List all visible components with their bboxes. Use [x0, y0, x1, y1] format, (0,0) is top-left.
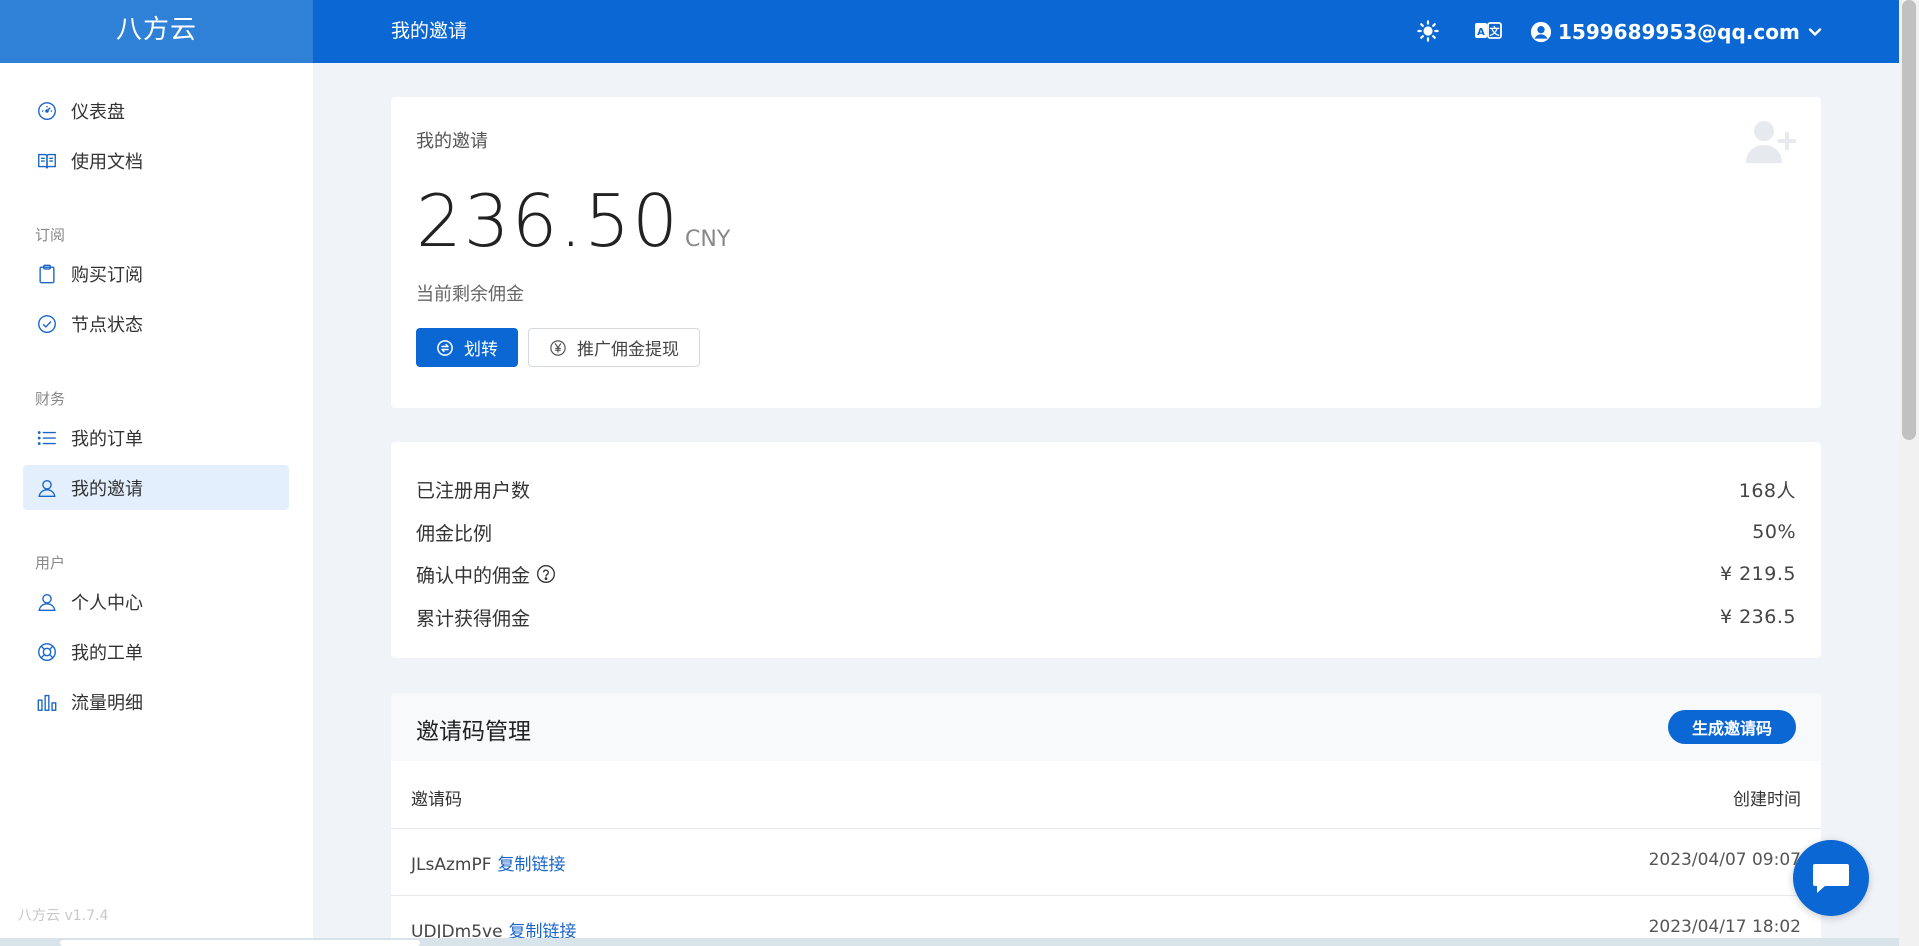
sidebar-item-label: 个人中心 — [71, 592, 143, 614]
lifebuoy-icon — [35, 640, 59, 664]
top-bar: 八方云 我的邀请 A 文 1599689953@qq.com — [0, 0, 1899, 63]
sun-icon[interactable] — [1415, 18, 1441, 44]
stats-card: 已注册用户数 168人 佣金比例 50% 确认中的佣金 ¥ 219.5 累计获得… — [391, 442, 1821, 658]
sidebar-item-label: 仪表盘 — [71, 101, 125, 123]
clipboard-icon — [35, 262, 59, 286]
vertical-scrollbar[interactable] — [1899, 0, 1919, 946]
commission-subtitle: 当前剩余佣金 — [416, 284, 524, 305]
bar-chart-icon — [35, 690, 59, 714]
user-circle-icon — [1530, 21, 1552, 43]
yen-circle-icon — [549, 339, 567, 357]
stat-value: ¥ 236.5 — [1719, 606, 1796, 628]
chat-bubble-icon — [1811, 860, 1851, 896]
stat-commission-rate: 佣金比例 50% — [416, 517, 1796, 547]
check-circle-icon — [35, 312, 59, 336]
brand-logo[interactable]: 八方云 — [0, 0, 313, 63]
sidebar-item-label: 流量明细 — [71, 692, 143, 714]
scrollbar-thumb[interactable] — [1902, 0, 1916, 440]
commission-currency: CNY — [685, 227, 731, 252]
stat-value: 168人 — [1738, 479, 1796, 502]
app-version: 八方云 v1.7.4 — [18, 908, 109, 924]
invite-code-header: 邀请码管理 生成邀请码 — [391, 693, 1821, 761]
sidebar-item-tickets[interactable]: 我的工单 — [23, 629, 289, 674]
stat-label-wrap: 确认中的佣金 — [416, 561, 556, 588]
user-icon — [35, 476, 59, 500]
stat-pending-commission: 确认中的佣金 ¥ 219.5 — [416, 559, 1796, 589]
stat-label: 已注册用户数 — [416, 479, 531, 502]
sidebar-item-label: 我的工单 — [71, 642, 143, 664]
sidebar-item-invite[interactable]: 我的邀请 — [23, 465, 289, 510]
svg-text:A: A — [1477, 27, 1485, 38]
sidebar-item-label: 使用文档 — [71, 151, 143, 173]
stat-label: 佣金比例 — [416, 522, 493, 545]
column-header-code[interactable]: 邀请码 — [411, 785, 462, 810]
sidebar-item-buy-subscription[interactable]: 购买订阅 — [23, 251, 289, 296]
add-user-icon — [1745, 119, 1797, 169]
translate-icon[interactable]: A 文 — [1473, 18, 1503, 44]
stat-value: 50% — [1752, 521, 1796, 543]
user-email: 1599689953@qq.com — [1558, 19, 1800, 44]
sidebar-item-traffic[interactable]: 流量明细 — [23, 679, 289, 724]
stat-registered-users: 已注册用户数 168人 — [416, 474, 1796, 504]
copy-link[interactable]: 复制链接 — [497, 855, 565, 875]
stat-label: 累计获得佣金 — [416, 607, 531, 630]
section-user: 用户 — [35, 554, 66, 572]
sidebar-item-orders[interactable]: 我的订单 — [23, 415, 289, 460]
user-menu[interactable]: 1599689953@qq.com — [1530, 0, 1822, 63]
dashboard-icon — [35, 99, 59, 123]
sidebar-item-docs[interactable]: 使用文档 — [23, 138, 289, 183]
transfer-button[interactable]: 划转 — [416, 328, 518, 367]
horizontal-scrollbar-thumb[interactable] — [60, 940, 420, 946]
sidebar-item-label: 节点状态 — [71, 314, 143, 336]
commission-card: 我的邀请 236.50 CNY 当前剩余佣金 划转 推广佣金提现 — [391, 97, 1821, 408]
sidebar-item-label: 我的订单 — [71, 428, 143, 450]
book-icon — [35, 149, 59, 173]
svg-text:文: 文 — [1490, 25, 1501, 38]
invite-code-title: 邀请码管理 — [416, 719, 531, 745]
chat-button[interactable] — [1793, 840, 1869, 916]
table-row-code: JLsAzmPF 复制链接 — [411, 850, 565, 875]
divider — [391, 828, 1821, 829]
withdraw-button[interactable]: 推广佣金提现 — [528, 328, 700, 367]
help-icon[interactable] — [536, 564, 556, 584]
table-row-created: 2023/04/07 09:07 — [1648, 850, 1801, 870]
stat-total-commission: 累计获得佣金 ¥ 236.5 — [416, 602, 1796, 632]
page-title: 我的邀请 — [391, 20, 468, 42]
divider — [391, 895, 1821, 896]
sidebar-item-label: 我的邀请 — [71, 478, 143, 500]
table-row-created: 2023/04/17 18:02 — [1648, 917, 1801, 937]
commission-title: 我的邀请 — [416, 131, 488, 152]
stat-label: 确认中的佣金 — [416, 564, 531, 587]
stat-value: ¥ 219.5 — [1719, 563, 1796, 585]
column-header-created[interactable]: 创建时间 — [1733, 785, 1801, 810]
generate-invite-code-button[interactable]: 生成邀请码 — [1668, 710, 1796, 744]
withdraw-label: 推广佣金提现 — [577, 340, 679, 360]
chevron-down-icon — [1808, 25, 1822, 39]
section-subscription: 订阅 — [35, 226, 66, 244]
sidebar-item-node-status[interactable]: 节点状态 — [23, 301, 289, 346]
sidebar: 仪表盘 使用文档 订阅 购买订阅 节点状态 财务 我的订单 我的邀请 用户 个人… — [0, 63, 313, 946]
invite-code: JLsAzmPF — [411, 855, 492, 875]
transfer-icon — [436, 339, 454, 357]
list-icon — [35, 426, 59, 450]
transfer-label: 划转 — [464, 340, 498, 360]
sidebar-item-label: 购买订阅 — [71, 264, 143, 286]
section-finance: 财务 — [35, 390, 66, 408]
sidebar-item-dashboard[interactable]: 仪表盘 — [23, 88, 289, 133]
sidebar-item-profile[interactable]: 个人中心 — [23, 579, 289, 624]
invite-code-card: 邀请码管理 生成邀请码 邀请码 创建时间 JLsAzmPF 复制链接 2023/0… — [391, 693, 1821, 946]
commission-amount: 236.50 — [416, 179, 680, 263]
user-icon — [35, 590, 59, 614]
